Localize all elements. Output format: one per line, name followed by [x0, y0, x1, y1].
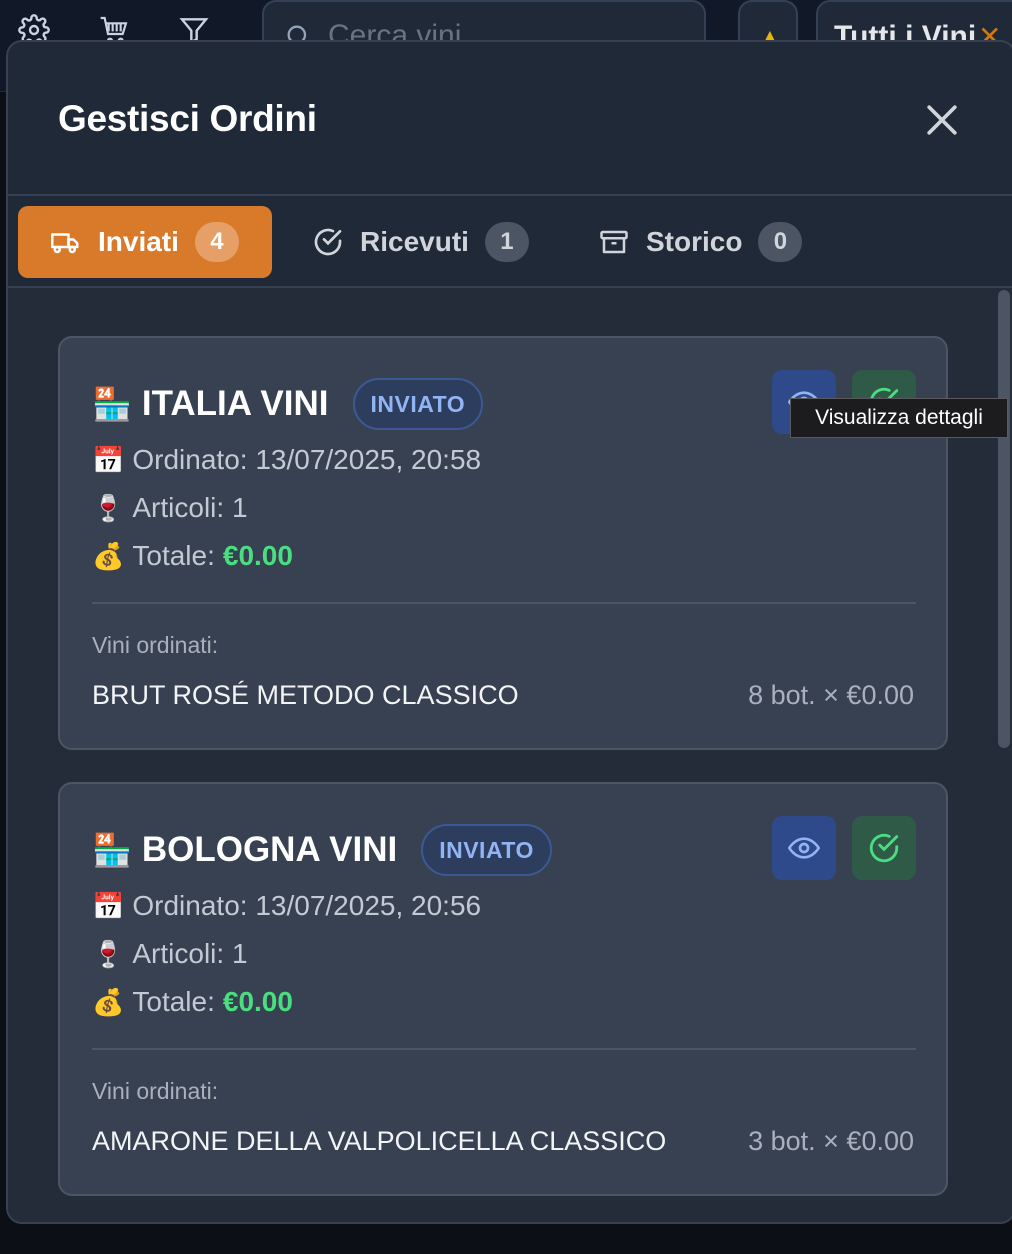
tab-ricevuti-label: Ricevuti: [360, 226, 469, 257]
money-bag-emoji: 💰: [92, 540, 125, 571]
close-icon: [927, 105, 957, 135]
tab-ricevuti-count: 1: [484, 222, 529, 262]
wine-name: BRUT ROSÉ METODO CLASSICO: [92, 680, 519, 710]
store-emoji: 🏪: [92, 386, 132, 422]
check-circle-icon: [869, 833, 899, 863]
tab-storico[interactable]: Storico 0: [586, 206, 826, 278]
order-header: 🏪 BOLOGNA VINI INVIATO: [92, 824, 552, 876]
order-total: 💰 Totale: €0.00: [92, 986, 293, 1018]
order-total-value: €0.00: [222, 986, 293, 1017]
orders-modal: Gestisci Ordini Inviati 4 Ricevuti 1 Sto…: [6, 40, 1012, 1224]
order-date: 📅 Ordinato: 13/07/2025, 20:56: [92, 890, 481, 922]
wine-name: AMARONE DELLA VALPOLICELLA CLASSICO: [92, 1126, 667, 1156]
store-emoji: 🏪: [92, 832, 132, 868]
order-date-text: Ordinato: 13/07/2025, 20:58: [132, 444, 482, 475]
tab-ricevuti[interactable]: Ricevuti 1: [300, 206, 540, 278]
divider: [92, 1048, 916, 1050]
wine-quantity: 8 bot. × €0.00: [748, 680, 914, 710]
calendar-emoji: 📅: [92, 444, 125, 475]
tab-inviati-count: 4: [194, 222, 239, 262]
tab-inviati-label: Inviati: [98, 226, 179, 257]
tooltip: Visualizza dettagli: [790, 398, 1008, 438]
supplier-name: ITALIA VINI: [141, 384, 329, 423]
order-date-text: Ordinato: 13/07/2025, 20:56: [132, 890, 482, 921]
orders-tabs: Inviati 4 Ricevuti 1 Storico 0: [8, 196, 1012, 288]
modal-header: Gestisci Ordini: [8, 42, 1012, 196]
order-items-text: Articoli: 1: [132, 492, 248, 523]
supplier-name: BOLOGNA VINI: [141, 830, 398, 869]
check-circle-icon: [312, 226, 344, 258]
status-badge: INVIATO: [421, 824, 552, 876]
money-bag-emoji: 💰: [92, 986, 125, 1017]
status-badge: INVIATO: [352, 378, 484, 430]
modal-title: Gestisci Ordini: [58, 98, 317, 139]
scrollbar-thumb[interactable]: [998, 290, 1010, 748]
wine-glass-emoji: 🍷: [92, 492, 125, 523]
ordered-wines-label: Vini ordinati:: [92, 1078, 219, 1104]
order-items-text: Articoli: 1: [132, 938, 248, 969]
tab-inviati[interactable]: Inviati 4: [18, 206, 272, 278]
view-details-button[interactable]: [772, 816, 836, 880]
divider: [92, 602, 916, 604]
order-header: 🏪 ITALIA VINI INVIATO: [92, 378, 484, 430]
truck-icon: [50, 227, 82, 257]
order-card: 🏪 BOLOGNA VINI INVIATO 📅 Ordinato: 13/07…: [58, 782, 948, 1196]
mark-received-button[interactable]: [852, 816, 916, 880]
close-button[interactable]: [920, 98, 964, 142]
order-items: 🍷 Articoli: 1: [92, 938, 248, 970]
tab-storico-label: Storico: [646, 226, 743, 257]
eye-icon: [788, 837, 820, 859]
order-total: 💰 Totale: €0.00: [92, 540, 293, 572]
wine-quantity: 3 bot. × €0.00: [748, 1126, 914, 1156]
tab-storico-count: 0: [758, 222, 803, 262]
calendar-emoji: 📅: [92, 890, 125, 921]
order-total-label: Totale:: [132, 540, 215, 571]
ordered-wines-label: Vini ordinati:: [92, 632, 219, 658]
order-date: 📅 Ordinato: 13/07/2025, 20:58: [92, 444, 481, 476]
wine-glass-emoji: 🍷: [92, 938, 125, 969]
order-items: 🍷 Articoli: 1: [92, 492, 248, 524]
order-total-value: €0.00: [222, 540, 293, 571]
order-total-label: Totale:: [132, 986, 215, 1017]
archive-icon: [598, 227, 630, 257]
